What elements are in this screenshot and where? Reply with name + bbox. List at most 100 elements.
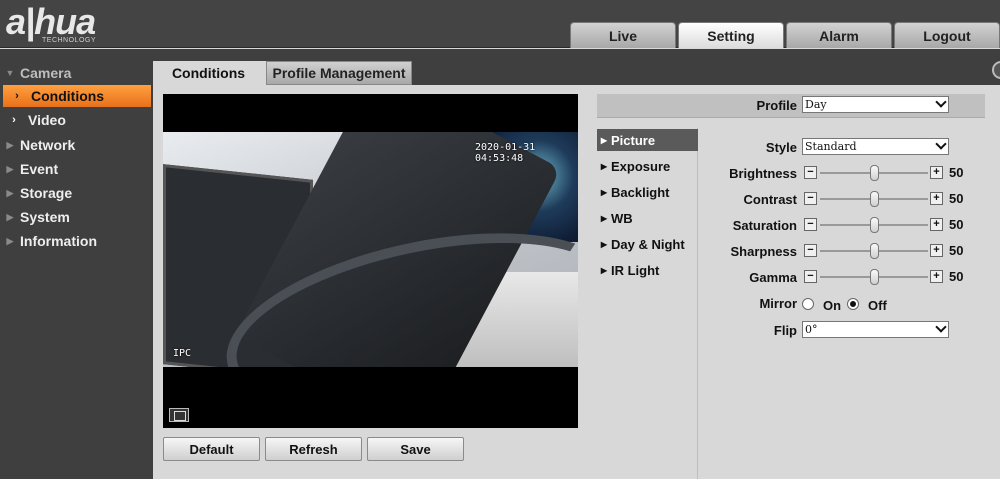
subnav-backlight[interactable]: ▶ Backlight [597, 181, 698, 203]
subnav-label: Day & Night [611, 236, 685, 252]
flip-select[interactable]: 0° [802, 321, 949, 338]
subnav-label: Backlight [611, 184, 670, 200]
triangle-right-icon: ▶ [600, 135, 608, 145]
slider-thumb[interactable] [869, 269, 879, 285]
tab-setting[interactable]: Setting [678, 22, 784, 48]
triangle-down-icon: ▼ [5, 68, 15, 78]
slider-value: 50 [949, 243, 964, 258]
contrast-label: Contrast [743, 192, 797, 207]
brightness-slider[interactable]: − + 50 [804, 165, 964, 181]
profile-value: Day [805, 98, 827, 111]
picture-subnav: ▶ Picture ▶ Exposure ▶ Backlight ▶ WB ▶ … [597, 128, 698, 479]
slider-value: 50 [949, 269, 964, 284]
video-preview: 2020-01-31 04:53:48 IPC [163, 94, 578, 428]
profile-select[interactable]: Day [802, 96, 949, 113]
mirror-off-label: Off [868, 298, 887, 313]
minus-icon[interactable]: − [804, 192, 817, 205]
sidebar-item-storage[interactable]: ▶ Storage [0, 182, 153, 204]
tab-live[interactable]: Live [570, 22, 676, 48]
flip-value: 0° [805, 323, 818, 336]
slider-value: 50 [949, 217, 964, 232]
mirror-on-radio[interactable] [802, 298, 814, 310]
chevron-right-icon: › [12, 114, 16, 126]
brand-logo: a|hua TECHNOLOGY [6, 2, 146, 46]
sidebar-item-label: Storage [20, 185, 73, 201]
mirror-on-label: On [823, 298, 842, 313]
saturation-slider[interactable]: − + 50 [804, 217, 964, 233]
style-label: Style [765, 140, 797, 155]
refresh-button[interactable]: Refresh [265, 437, 362, 461]
triangle-right-icon: ▶ [6, 187, 14, 198]
sidebar-item-network[interactable]: ▶ Network [0, 134, 153, 156]
saturation-label: Saturation [732, 218, 797, 233]
triangle-right-icon: ▶ [600, 213, 608, 223]
save-button[interactable]: Save [367, 437, 464, 461]
sidebar-item-label: System [20, 209, 70, 225]
subnav-picture[interactable]: ▶ Picture [597, 129, 698, 151]
mirror-off-radio[interactable] [847, 298, 859, 310]
subnav-label: Exposure [611, 158, 671, 174]
plus-icon[interactable]: + [930, 270, 943, 283]
minus-icon[interactable]: − [804, 270, 817, 283]
minus-icon[interactable]: − [804, 218, 817, 231]
gamma-slider[interactable]: − + 50 [804, 269, 964, 285]
plus-icon[interactable]: + [930, 218, 943, 231]
tab-conditions[interactable]: Conditions [155, 61, 262, 85]
sharpness-label: Sharpness [730, 244, 797, 259]
chevron-down-icon [935, 138, 947, 150]
style-value: Standard [805, 140, 857, 153]
style-select[interactable]: Standard [802, 138, 949, 155]
subnav-wb[interactable]: ▶ WB [597, 207, 698, 229]
sidebar-item-video[interactable]: › Video [0, 109, 153, 131]
chevron-down-icon [935, 321, 947, 333]
profile-label: Profile [756, 98, 797, 113]
slider-thumb[interactable] [869, 217, 879, 233]
sharpness-slider[interactable]: − + 50 [804, 243, 964, 259]
camera-image: 2020-01-31 04:53:48 IPC [163, 132, 578, 367]
triangle-right-icon: ▶ [6, 235, 14, 246]
plus-icon[interactable]: + [930, 192, 943, 205]
flip-label: Flip [773, 323, 797, 338]
tab-strip [412, 61, 1000, 85]
slider-thumb[interactable] [869, 243, 879, 259]
tab-profile-management[interactable]: Profile Management [266, 61, 412, 85]
tab-alarm[interactable]: Alarm [786, 22, 892, 48]
contrast-slider[interactable]: − + 50 [804, 191, 964, 207]
triangle-right-icon: ▶ [600, 161, 608, 171]
plus-icon[interactable]: + [930, 166, 943, 179]
sidebar-item-event[interactable]: ▶ Event [0, 158, 153, 180]
slider-thumb[interactable] [869, 165, 879, 181]
gamma-label: Gamma [749, 270, 797, 285]
logo-text: a|hua [6, 1, 96, 42]
brightness-label: Brightness [729, 166, 797, 181]
subnav-label: IR Light [611, 262, 660, 278]
sidebar-item-label: Video [28, 112, 66, 128]
triangle-right-icon: ▶ [6, 163, 14, 174]
minus-icon[interactable]: − [804, 166, 817, 179]
sidebar-item-label: Event [20, 161, 59, 177]
sidebar: ▼ Camera › Conditions › Video ▶ Network … [0, 49, 153, 479]
triangle-right-icon: ▶ [6, 211, 14, 222]
sidebar-item-system[interactable]: ▶ System [0, 206, 153, 228]
fullscreen-icon[interactable] [169, 408, 189, 422]
minus-icon[interactable]: − [804, 244, 817, 257]
tab-logout[interactable]: Logout [894, 22, 1000, 48]
triangle-right-icon: ▶ [600, 187, 608, 197]
osd-channel-name: IPC [173, 348, 192, 359]
subnav-ir-light[interactable]: ▶ IR Light [597, 259, 698, 281]
chevron-down-icon [935, 96, 947, 108]
sidebar-item-information[interactable]: ▶ Information [0, 230, 153, 252]
subnav-exposure[interactable]: ▶ Exposure [597, 155, 698, 177]
sidebar-item-label: Network [20, 137, 76, 153]
slider-thumb[interactable] [869, 191, 879, 207]
sidebar-item-conditions[interactable]: › Conditions [3, 85, 151, 107]
default-button[interactable]: Default [163, 437, 260, 461]
triangle-right-icon: ▶ [600, 239, 608, 249]
slider-value: 50 [949, 191, 964, 206]
subnav-label: WB [611, 210, 633, 226]
subnav-day-night[interactable]: ▶ Day & Night [597, 233, 698, 255]
sidebar-item-label: Conditions [31, 88, 105, 104]
sidebar-item-camera[interactable]: ▼ Camera [0, 62, 153, 84]
logo-tagline: TECHNOLOGY [42, 37, 97, 44]
plus-icon[interactable]: + [930, 244, 943, 257]
